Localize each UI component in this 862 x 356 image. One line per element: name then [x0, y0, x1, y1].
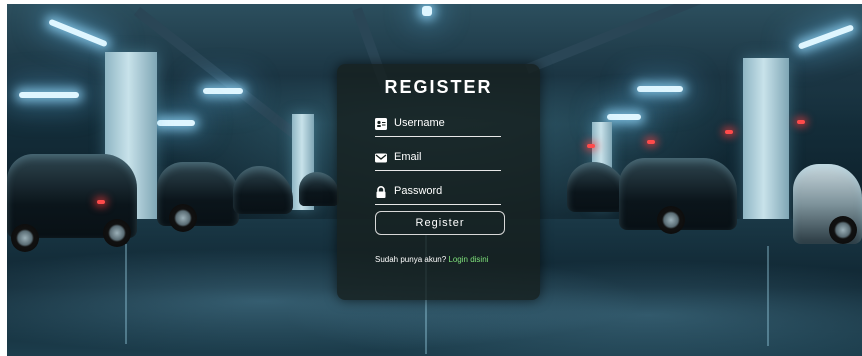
car-wheel: [11, 224, 39, 252]
envelope-icon: [375, 153, 387, 163]
login-link[interactable]: Login disini: [448, 255, 488, 264]
red-light: [97, 200, 105, 204]
username-placeholder: Username: [394, 117, 445, 129]
password-field[interactable]: Password: [375, 180, 501, 205]
ceiling-lamp: [607, 114, 641, 120]
ceiling-lamp: [203, 88, 243, 94]
ceiling-lamp: [19, 92, 79, 98]
form-title: REGISTER: [384, 77, 493, 97]
red-light: [797, 120, 805, 124]
email-field[interactable]: Email: [375, 146, 501, 171]
lock-icon: [376, 186, 386, 198]
parked-car: [567, 162, 627, 212]
car-wheel: [169, 204, 197, 232]
register-form: REGISTER Username Email Password Registe…: [337, 64, 540, 300]
ceiling-lamp: [637, 86, 683, 92]
pillar: [743, 58, 789, 246]
car-wheel: [657, 206, 685, 234]
register-button[interactable]: Register: [375, 211, 505, 235]
login-prompt: Sudah punya akun? Login disini: [375, 255, 515, 265]
floor-reflection: [767, 246, 769, 346]
red-light: [647, 140, 655, 144]
floor-reflection: [125, 244, 127, 344]
red-light: [725, 130, 733, 134]
id-card-icon: [375, 118, 387, 130]
ceiling-lamp: [157, 120, 195, 126]
red-light: [587, 144, 595, 148]
ceiling-lamp: [422, 6, 432, 16]
username-field[interactable]: Username: [375, 112, 501, 137]
password-placeholder: Password: [394, 185, 443, 197]
car-wheel: [103, 219, 131, 247]
parked-car: [299, 172, 339, 206]
email-placeholder: Email: [394, 151, 422, 163]
login-prompt-text: Sudah punya akun?: [375, 255, 447, 264]
parked-car: [233, 166, 293, 214]
car-wheel: [829, 216, 857, 244]
